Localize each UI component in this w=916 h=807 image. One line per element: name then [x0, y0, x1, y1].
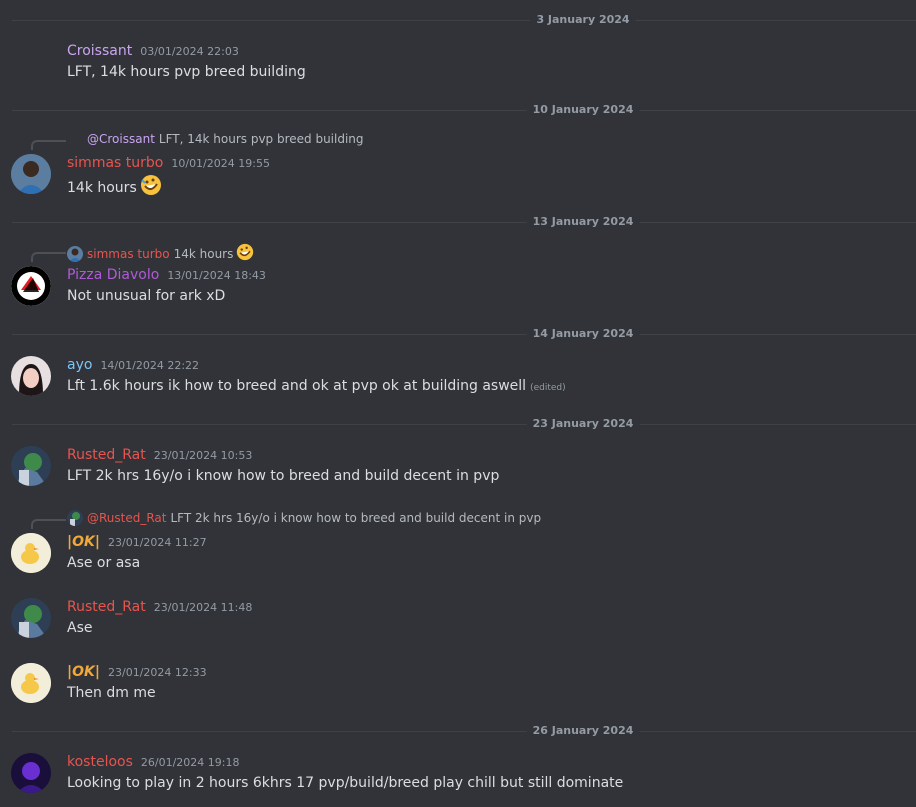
edited-marker: (edited) — [530, 383, 566, 393]
reply-text[interactable]: LFT, 14k hours pvp breed building — [159, 131, 364, 147]
timestamp: 23/01/2024 11:48 — [153, 601, 253, 614]
date-divider: 14 January 2024 — [12, 327, 916, 341]
author-name-label[interactable]: Rusted_Rat — [67, 599, 146, 615]
author-name-label[interactable]: Pizza Diavolo — [67, 267, 159, 283]
timestamp: 13/01/2024 18:43 — [167, 269, 266, 282]
author-name-label[interactable]: OK — [72, 664, 95, 680]
date-divider-label: 14 January 2024 — [526, 327, 640, 341]
reply-avatar — [67, 246, 83, 262]
message-text: Ase or asa — [67, 555, 141, 571]
avatar[interactable] — [11, 533, 51, 573]
message-text: Lft 1.6k hours ik how to breed and ok at… — [67, 378, 527, 394]
message-text: Looking to play in 2 hours 6khrs 17 pvp/… — [67, 775, 624, 791]
reply-avatar — [67, 510, 83, 526]
author-name[interactable]: ayo 14/01/2024 22:22 — [67, 356, 199, 375]
avatar[interactable] — [11, 446, 51, 486]
message-text-row: Lft 1.6k hours ik how to breed and ok at… — [67, 376, 566, 398]
reply-text[interactable]: 14k hours — [174, 246, 234, 262]
author-name[interactable]: Rusted_Rat 23/01/2024 11:48 — [67, 598, 252, 617]
author-name-label[interactable]: simmas turbo — [67, 155, 163, 171]
date-divider: 26 January 2024 — [12, 724, 916, 738]
message-text: 14k hours — [67, 180, 137, 196]
author-name[interactable]: Croissant 03/01/2024 22:03 — [67, 42, 239, 61]
author-name-suffix[interactable]: | — [95, 534, 100, 550]
avatar[interactable] — [11, 356, 51, 396]
date-divider-label: 10 January 2024 — [526, 103, 640, 117]
timestamp: 23/01/2024 12:33 — [108, 666, 207, 679]
reply-spine — [31, 519, 66, 529]
author-name-label[interactable]: Croissant — [67, 43, 132, 59]
message-text: Not unusual for ark xD — [67, 288, 226, 304]
date-divider-label: 13 January 2024 — [526, 215, 640, 229]
rofl-emoji — [140, 174, 162, 202]
author-name-label[interactable]: Rusted_Rat — [67, 447, 146, 463]
author-name-suffix[interactable]: | — [95, 664, 100, 680]
author-name[interactable]: kosteloos 26/01/2024 19:18 — [67, 753, 240, 772]
reply-preview[interactable]: @Rusted_Rat LFT 2k hrs 16y/o i know how … — [67, 510, 541, 526]
timestamp: 26/01/2024 19:18 — [140, 756, 240, 769]
date-divider: 23 January 2024 — [12, 417, 916, 431]
date-divider: 3 January 2024 — [12, 13, 916, 27]
avatar[interactable] — [11, 154, 51, 194]
avatar[interactable] — [11, 663, 51, 703]
timestamp: 14/01/2024 22:22 — [100, 359, 200, 372]
author-name[interactable]: simmas turbo 10/01/2024 19:55 — [67, 154, 270, 173]
reply-spine — [31, 140, 66, 150]
date-divider: 13 January 2024 — [12, 215, 916, 229]
message-text: Then dm me — [67, 685, 156, 701]
date-divider-label: 23 January 2024 — [526, 417, 640, 431]
author-name[interactable]: Rusted_Rat 23/01/2024 10:53 — [67, 446, 252, 465]
reply-author[interactable]: @Croissant — [87, 131, 155, 147]
author-name[interactable]: |OK| 23/01/2024 11:27 — [67, 533, 207, 552]
message-text-row: 14k hours — [67, 174, 162, 202]
reply-preview[interactable]: simmas turbo 14k hours — [67, 243, 254, 265]
avatar[interactable] — [11, 598, 51, 638]
date-divider: 10 January 2024 — [12, 103, 916, 117]
timestamp: 23/01/2024 11:27 — [108, 536, 207, 549]
rofl-emoji — [236, 243, 254, 265]
reply-preview[interactable]: @Croissant LFT, 14k hours pvp breed buil… — [87, 131, 364, 147]
reply-spine — [31, 252, 66, 262]
date-divider-label: 26 January 2024 — [526, 724, 640, 738]
date-divider-label: 3 January 2024 — [530, 13, 636, 27]
reply-author[interactable]: @Rusted_Rat — [87, 510, 167, 526]
message-text: LFT, 14k hours pvp breed building — [67, 64, 306, 80]
timestamp: 23/01/2024 10:53 — [153, 449, 253, 462]
author-name-label[interactable]: ayo — [67, 357, 92, 373]
avatar[interactable] — [11, 266, 51, 306]
author-name-label[interactable]: kosteloos — [67, 754, 133, 770]
author-name[interactable]: |OK| 23/01/2024 12:33 — [67, 663, 207, 682]
message-text: Ase — [67, 620, 93, 636]
timestamp: 03/01/2024 22:03 — [140, 45, 239, 58]
message-text: LFT 2k hrs 16y/o i know how to breed and… — [67, 468, 500, 484]
reply-author[interactable]: simmas turbo — [87, 246, 170, 262]
reply-text[interactable]: LFT 2k hrs 16y/o i know how to breed and… — [171, 510, 542, 526]
timestamp: 10/01/2024 19:55 — [171, 157, 270, 170]
author-name-label[interactable]: OK — [72, 534, 95, 550]
avatar[interactable] — [11, 753, 51, 793]
author-name[interactable]: Pizza Diavolo 13/01/2024 18:43 — [67, 266, 266, 285]
